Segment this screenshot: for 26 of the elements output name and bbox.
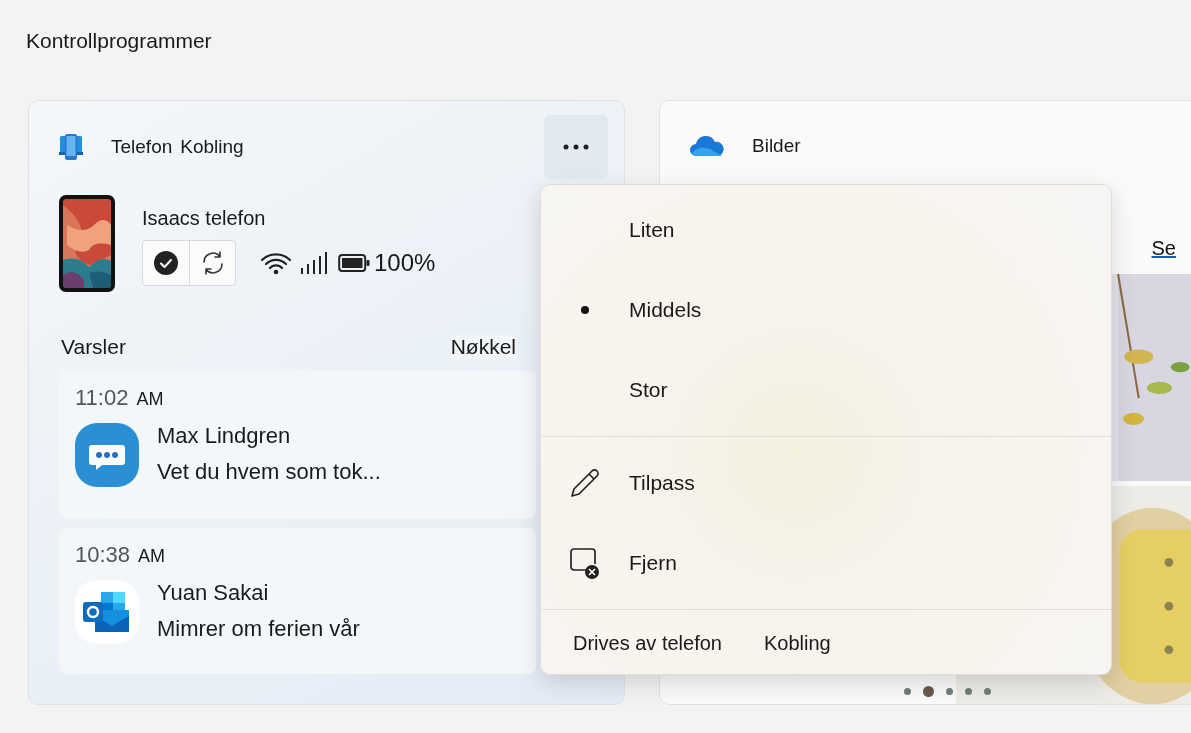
notification-card[interactable]: 10:38 AM Yuan Sakai Mimrer om ferien vår xyxy=(59,528,536,674)
widget-title: Bilder xyxy=(752,135,801,158)
see-link[interactable]: Se xyxy=(1151,236,1176,260)
footer-text: Drives av telefon xyxy=(573,632,722,655)
page-title: Kontrollprogrammer xyxy=(26,28,213,54)
menu-item[interactable]: Middels xyxy=(541,270,1111,350)
footer-text: Kobling xyxy=(763,632,831,655)
section-title: Varsler xyxy=(61,335,126,359)
menu-item[interactable]: Liten xyxy=(541,190,1111,270)
time-text: 10:38 xyxy=(75,542,131,568)
notification-card[interactable]: 11:02 AM Max Lindgren Vet du hvem som tok... xyxy=(59,371,536,519)
sender-name: Max Lindgren xyxy=(157,423,292,449)
sender-name: Yuan Sakai xyxy=(157,580,270,606)
widget-title: Kobling xyxy=(180,136,244,158)
menu-item[interactable]: Fjern xyxy=(541,523,1111,603)
widget-title: Telefon xyxy=(111,136,173,158)
time-period: AM xyxy=(136,389,164,410)
message-preview: Mimrer om ferien vår xyxy=(157,616,360,642)
time-period: AM xyxy=(138,546,166,567)
menu-item[interactable]: Stor xyxy=(541,350,1111,430)
battery-level: 100% xyxy=(374,249,436,277)
device-name: Isaacs telefon xyxy=(142,207,267,230)
message-preview: Vet du hvem som tok... xyxy=(157,459,381,485)
section-link[interactable]: Nøkkel xyxy=(450,335,516,359)
menu-item[interactable]: Tilpass xyxy=(541,443,1111,523)
time-text: 11:02 xyxy=(75,385,129,411)
